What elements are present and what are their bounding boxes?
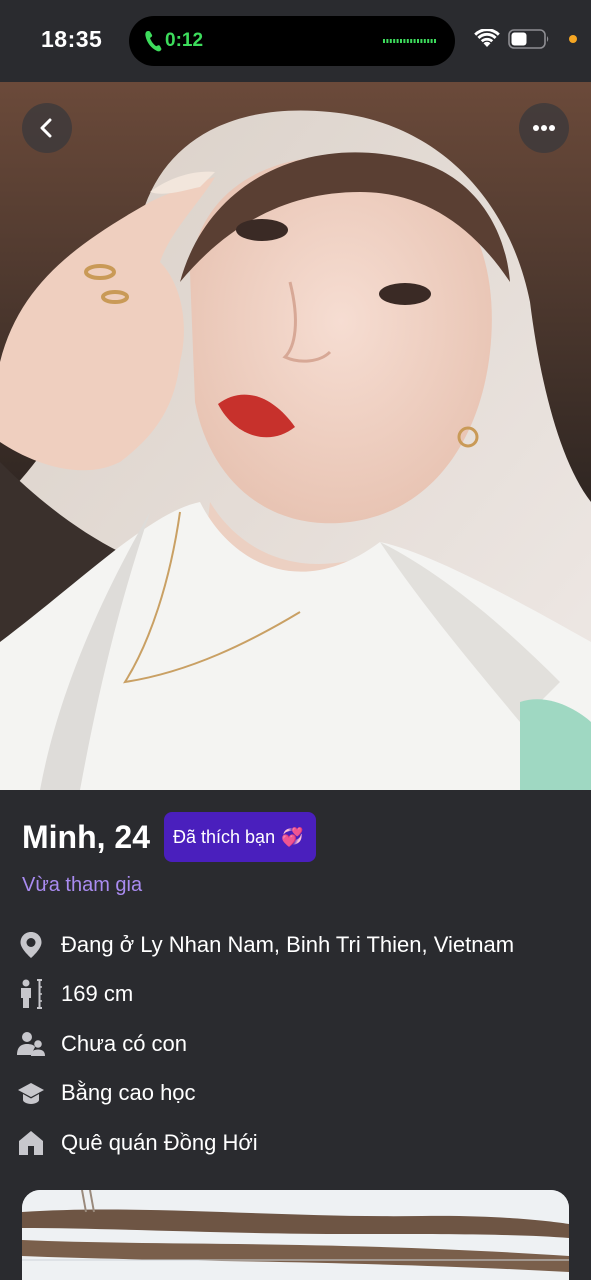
height-icon: [16, 979, 46, 1010]
back-button[interactable]: [22, 103, 72, 153]
liked-you-label: Đã thích bạn: [173, 826, 276, 847]
profile-photo[interactable]: [0, 82, 591, 790]
wifi-icon: [474, 29, 500, 47]
liked-you-badge: Đã thích bạn 💞: [164, 812, 316, 862]
second-profile-photo-image: [22, 1190, 569, 1280]
profile-name-age: Minh, 24: [22, 818, 151, 855]
detail-height: 169 cm: [16, 970, 576, 1020]
detail-children-text: Chưa có con: [61, 1030, 188, 1056]
more-options-button[interactable]: [519, 103, 569, 153]
status-bar: 18:35 0:12: [0, 0, 591, 82]
detail-location: Đang ở Ly Nhan Nam, Binh Tri Thien, Viet…: [16, 920, 576, 970]
detail-hometown: Quê quán Đồng Hới: [16, 1118, 576, 1168]
phone-icon: [145, 31, 162, 52]
waveform-icon: [383, 39, 436, 43]
detail-children: Chưa có con: [16, 1019, 576, 1069]
call-timer: 0:12: [165, 30, 204, 51]
home-icon: [16, 1128, 46, 1158]
detail-height-text: 169 cm: [61, 981, 134, 1007]
profile-info: Minh, 24 Đã thích bạn 💞 Vừa tham gia Đan…: [0, 790, 591, 1280]
profile-details-list: Đang ở Ly Nhan Nam, Binh Tri Thien, Viet…: [16, 920, 576, 1168]
ellipsis-icon: [533, 125, 555, 131]
second-profile-photo[interactable]: [22, 1190, 569, 1280]
status-time: 18:35: [41, 26, 103, 52]
joined-status: Vừa tham gia: [22, 874, 143, 896]
two-hearts-icon: 💞: [281, 826, 304, 847]
profile-photo-image: [0, 82, 591, 790]
graduation-cap-icon: [16, 1078, 46, 1108]
location-pin-icon: [16, 930, 46, 960]
family-icon: [16, 1029, 46, 1059]
detail-location-text: Đang ở Ly Nhan Nam, Binh Tri Thien, Viet…: [61, 931, 515, 957]
battery-icon: [508, 29, 549, 49]
detail-education: Bằng cao học: [16, 1069, 576, 1119]
privacy-indicator-dot: [569, 35, 577, 43]
dynamic-island[interactable]: 0:12: [129, 16, 455, 66]
detail-hometown-text: Quê quán Đồng Hới: [61, 1129, 258, 1155]
detail-education-text: Bằng cao học: [61, 1080, 196, 1106]
chevron-left-icon: [40, 118, 52, 138]
name-row: Minh, 24 Đã thích bạn 💞: [22, 812, 316, 862]
